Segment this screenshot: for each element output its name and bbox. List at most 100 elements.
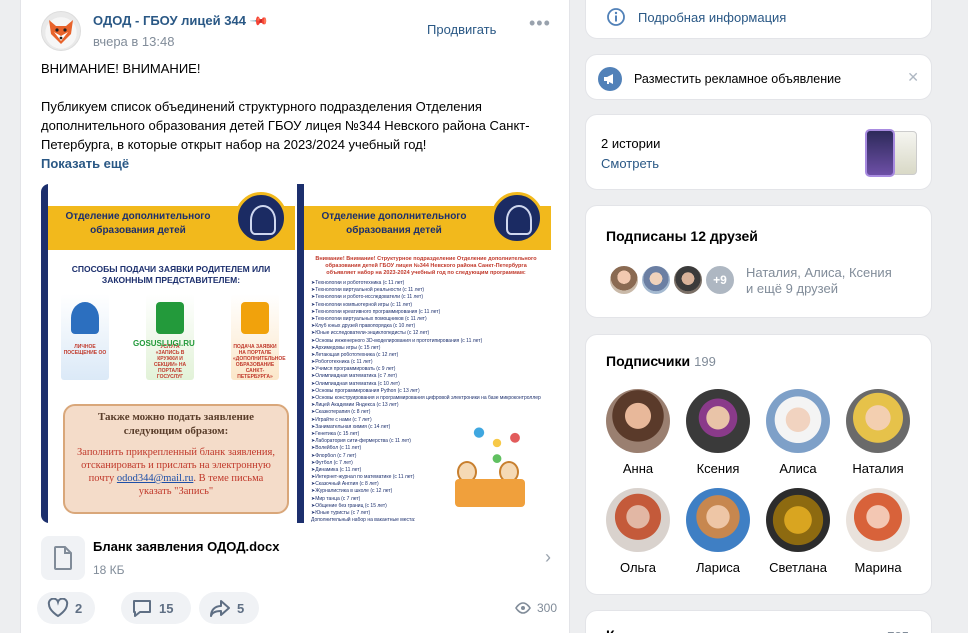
subscriber-item[interactable]: Ольга	[598, 488, 678, 575]
fox-logo-icon	[49, 20, 73, 44]
image-header-text: Отделение дополнительного образования де…	[321, 211, 467, 236]
subscriber-item[interactable]: Ксения	[678, 389, 758, 476]
document-icon	[41, 536, 85, 580]
document-size: 18 КБ	[93, 563, 125, 577]
friends-names[interactable]: Наталия, Алиса, Ксения и ещё 9 друзей	[746, 265, 892, 297]
avatar	[766, 488, 830, 552]
comment-button[interactable]: 15	[121, 592, 191, 624]
story-thumbnails[interactable]	[865, 129, 917, 177]
next-section-count: 785	[887, 629, 909, 633]
watch-stories-link[interactable]: Смотреть	[601, 156, 659, 171]
close-icon[interactable]: ✕	[907, 69, 919, 86]
computer-icon	[156, 302, 184, 334]
program-line: ➤Летающая робототехника (с 12 лет)	[311, 351, 399, 358]
post-image-program-list[interactable]: Отделение дополнительного образования де…	[297, 184, 551, 523]
subscriber-name: Алиса	[779, 461, 817, 476]
program-line: ➤Основы конструирования и программирован…	[311, 395, 541, 401]
post-header: ОДОД - ГБОУ лицей 344 📌 вчера в 13:48	[41, 10, 270, 51]
heart-icon	[47, 598, 69, 618]
family-icon	[71, 302, 99, 334]
gosuslugi-tile: УСЛУГА «ЗАПИСЬ В КРУЖКИ И СЕКЦИИ» НА ПОР…	[146, 294, 194, 380]
post-time[interactable]: вчера в 13:48	[93, 34, 267, 49]
form-body: Заполнить прикрепленный бланк заявления,…	[77, 447, 275, 497]
program-intro: Внимание! Внимание! Структурное подразде…	[315, 256, 537, 276]
share-icon	[210, 600, 230, 617]
attached-document[interactable]: Бланк заявления ОДОД.docx 18 КБ ›	[41, 535, 551, 581]
avatar	[606, 488, 670, 552]
program-line: ➤Лицей Академии Яндекса (с 13 лет)	[311, 402, 399, 409]
subscriber-item[interactable]: Наталия	[838, 389, 918, 476]
subscriber-item[interactable]: Марина	[838, 488, 918, 575]
subscriber-name: Ксения	[696, 461, 740, 476]
visit-tile: ЛИЧНОЕ ПОСЕЩЕНИЕ ОО	[61, 294, 109, 380]
promote-button[interactable]: Продвигать	[427, 22, 496, 37]
subscriber-item[interactable]: Анна	[598, 389, 678, 476]
gosuslugi-text: GOSUSLUGI.RU	[133, 339, 195, 348]
book-icon	[455, 479, 525, 507]
subscribers-count: 199	[694, 354, 716, 369]
info-icon	[607, 8, 625, 26]
community-avatar[interactable]	[41, 11, 81, 51]
email-link: odod344@mail.ru	[116, 473, 194, 484]
avatar	[766, 389, 830, 453]
next-section-card: К 785	[585, 610, 932, 633]
post-card: ОДОД - ГБОУ лицей 344 📌 вчера в 13:48 Пр…	[20, 0, 570, 633]
portal-tile: ПОДАЧА ЗАЯВКИ НА ПОРТАЛЕ «ДОПОЛНИТЕЛЬНОЕ…	[231, 294, 286, 380]
subscriber-name: Светлана	[769, 560, 827, 575]
create-ad-label: Разместить рекламное объявление	[634, 72, 842, 86]
program-line: ➤Архимедовы игры (с 15 лет)	[311, 344, 381, 351]
friend-avatars[interactable]: +9	[608, 264, 738, 296]
program-line: ➤Технологии виртуальной реальности (с 11…	[311, 287, 425, 294]
create-ad-link[interactable]: Разместить рекламное объявление	[598, 67, 841, 91]
avatar	[846, 389, 910, 453]
avatar	[606, 389, 670, 453]
next-section-title[interactable]: К	[606, 627, 615, 633]
views-count: 300	[536, 601, 557, 615]
chevron-right-icon[interactable]: ›	[545, 547, 551, 568]
post-text-body: Публикуем список объединений структурног…	[41, 99, 530, 152]
program-line: ➤Робототехника (с 11 лет)	[311, 359, 373, 366]
detailed-info-link[interactable]: Подробная информация	[606, 7, 786, 27]
image-subtitle: СПОСОБЫ ПОДАЧИ ЗАЯВКИ РОДИТЕЛЕМ ИЛИ ЗАКО…	[71, 264, 271, 285]
community-name[interactable]: ОДОД - ГБОУ лицей 344	[93, 13, 246, 28]
form-instructions-box: Также можно подать заявление следующим о…	[63, 404, 289, 514]
avatar	[686, 389, 750, 453]
like-button[interactable]: 2	[37, 592, 95, 624]
program-line: ➤Технологии компьютерной игры (с 11 лет)	[311, 301, 413, 308]
avatar	[672, 264, 704, 296]
subscriber-item[interactable]: Лариса	[678, 488, 758, 575]
subscriber-name: Наталия	[852, 461, 904, 476]
stories-count: 2 истории	[601, 136, 661, 151]
more-options-icon[interactable]: •••	[529, 14, 551, 32]
document-name[interactable]: Бланк заявления ОДОД.docx	[93, 539, 279, 554]
detailed-info-label: Подробная информация	[638, 9, 787, 25]
avatar	[846, 488, 910, 552]
comment-icon	[133, 600, 151, 617]
friends-card: Подписаны 12 друзей +9 Наталия, Алиса, К…	[585, 205, 932, 318]
program-line: ➤Учимся программировать (с 9 лет)	[311, 366, 396, 373]
post-image-application-methods[interactable]: Отделение дополнительного образования де…	[41, 184, 295, 523]
stories-card[interactable]: 2 истории Смотреть	[585, 114, 932, 190]
subscribers-title[interactable]: Подписчики 199	[606, 353, 716, 369]
subscriber-item[interactable]: Светлана	[758, 488, 838, 575]
program-line: ➤Основы инженерного 3D-моделирования и п…	[311, 337, 483, 344]
program-line: ➤Технологии креативного программирования…	[311, 308, 441, 315]
subscriber-name: Марина	[854, 560, 902, 575]
pin-icon: 📌	[249, 10, 270, 31]
lyceum-emblem-icon	[491, 192, 543, 244]
megaphone-icon	[598, 67, 622, 91]
subscriber-name: Лариса	[696, 560, 740, 575]
laptop-icon	[241, 302, 269, 334]
avatar	[686, 488, 750, 552]
friends-title[interactable]: Подписаны 12 друзей	[606, 228, 758, 244]
share-button[interactable]: 5	[199, 592, 259, 624]
subscriber-item[interactable]: Алиса	[758, 389, 838, 476]
show-more-link[interactable]: Показать ещё	[41, 154, 551, 173]
avatar	[640, 264, 672, 296]
like-count: 2	[75, 600, 83, 616]
post-text: ВНИМАНИЕ! ВНИМАНИЕ! Публикуем список объ…	[41, 59, 551, 173]
program-line: ➤Юные исследователи-энциклопедисты (с 12…	[311, 330, 430, 337]
post-actions: 2 15 5 300	[37, 592, 557, 624]
program-line: ➤Сказкотерапия (с 8 лет)	[311, 409, 371, 416]
image-header-text: Отделение дополнительного образования де…	[65, 211, 211, 236]
